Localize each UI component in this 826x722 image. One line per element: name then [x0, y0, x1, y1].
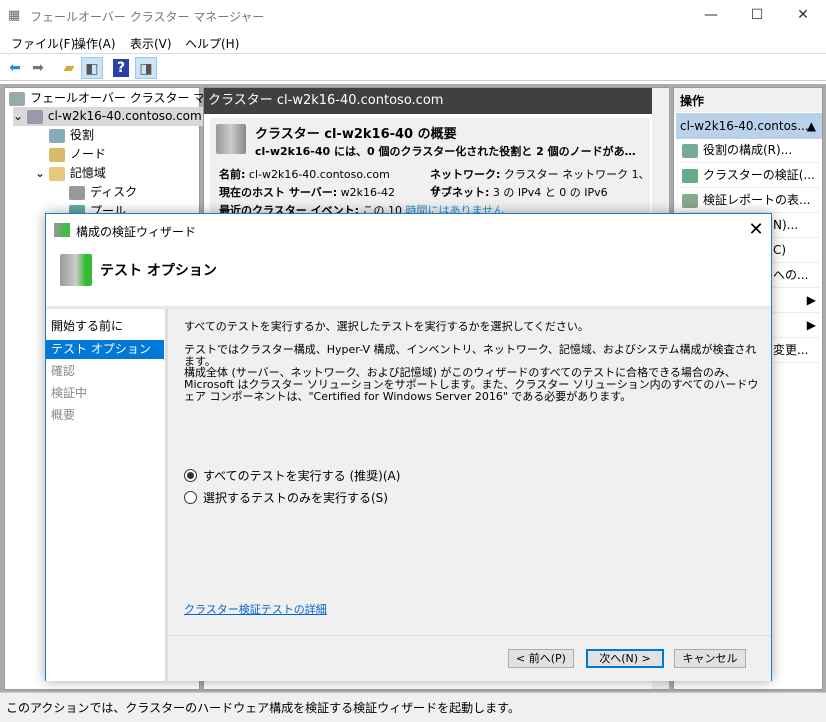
support-note: 構成全体 (サーバー、ネットワーク、および記憶域) がこのウィザードのすべてのテ… — [184, 366, 759, 403]
tree-item-roles[interactable]: 役割 — [49, 126, 94, 145]
tree-item-cluster[interactable]: ⌄ cl-w2k16-40.contoso.com — [13, 107, 208, 126]
validation-tests-details-link[interactable]: クラスター検証テストの詳細 — [184, 601, 327, 617]
cluster-summary: クラスター cl-w2k16-40 の概要 cl-w2k16-40 には、0 個… — [210, 118, 650, 218]
menu-view[interactable]: 表示(V) — [130, 35, 172, 52]
cluster-manager-icon — [9, 91, 25, 106]
tests-description: テストではクラスター構成、Hyper-V 構成、インベントリ、ネットワーク、記憶… — [184, 343, 757, 368]
run-all-tests-radio[interactable]: すべてのテストを実行する (推奨)(A) — [184, 467, 400, 484]
name-label: 名前: — [219, 168, 246, 181]
close-button[interactable]: ✕ — [780, 0, 826, 32]
toolbar: ⬅ ➡ ▰ ◧ ? ◨ — [0, 55, 826, 81]
tree-cluster-label: cl-w2k16-40.contoso.com — [47, 109, 202, 123]
menu-file[interactable]: ファイル(F) — [11, 35, 75, 52]
back-arrow-icon[interactable]: ⬅ — [4, 57, 26, 79]
radio-label: すべてのテストを実行する (推奨)(A) — [203, 469, 401, 483]
server-cluster-icon — [216, 124, 246, 154]
action-label: C) — [773, 243, 787, 257]
step-validating: 検証中 — [51, 386, 88, 400]
step-confirmation: 確認 — [51, 364, 76, 378]
back-button[interactable]: < 前へ(P) — [508, 649, 574, 668]
actions-group-cluster[interactable]: cl-w2k16-40.contos... ▲ — [676, 113, 822, 139]
actions-header: 操作 — [674, 88, 822, 112]
tree-label: 役割 — [70, 128, 95, 142]
actions-group-label: cl-w2k16-40.contos... — [680, 119, 809, 133]
wizard-content: すべてのテストを実行するか、選択したテストを実行するかを選択してください。 テス… — [168, 309, 771, 681]
validate-configuration-wizard: 構成の検証ウィザード ✕ テスト オプション 開始する前に テスト オプション … — [45, 213, 772, 681]
dialog-title: 構成の検証ウィザード — [76, 225, 197, 239]
action-view-report[interactable]: 検証レポートの表... — [682, 188, 820, 213]
subnet-label: サブネット: — [430, 186, 490, 199]
configure-role-icon — [682, 143, 698, 158]
radio-selected[interactable] — [184, 469, 197, 482]
next-button[interactable]: 次へ(N) > — [586, 649, 664, 668]
dialog-header: テスト オプション — [100, 263, 217, 279]
name-value: cl-w2k16-40.contoso.com — [248, 168, 390, 181]
menu-action[interactable]: 操作(A) — [74, 35, 116, 52]
cluster-icon — [26, 109, 43, 124]
tree-label: 記憶域 — [69, 166, 106, 180]
validate-icon — [682, 168, 698, 183]
summary-title: クラスター cl-w2k16-40 の概要 — [255, 127, 457, 142]
tree-item-storage[interactable]: ⌄ 記憶域 — [35, 164, 106, 183]
tree-item-disks[interactable]: ディスク — [69, 183, 137, 202]
app-icon: ▦ — [8, 8, 21, 23]
help-icon[interactable]: ? — [113, 59, 129, 77]
dialog-close-button[interactable]: ✕ — [744, 218, 768, 242]
roles-icon — [49, 128, 65, 143]
show-hide-tree-icon[interactable]: ◧ — [81, 57, 103, 79]
wizard-icon — [54, 223, 70, 237]
center-header: クラスター cl-w2k16-40.contoso.com — [204, 88, 652, 114]
nodes-icon — [49, 147, 65, 162]
status-bar: このアクションでは、クラスターのハードウェア構成を検証する検証ウィザードを起動し… — [0, 692, 826, 722]
collapse-arrow-icon[interactable]: ▲ — [807, 113, 816, 139]
network-label: ネットワーク: — [430, 168, 501, 181]
disk-icon — [69, 185, 85, 200]
cancel-button[interactable]: キャンセル — [674, 649, 746, 668]
action-configure-role[interactable]: 役割の構成(R)... — [682, 138, 820, 163]
host-value: w2k16-42 — [340, 186, 395, 199]
instruction-text: すべてのテストを実行するか、選択したテストを実行するかを選択してください。 — [184, 320, 589, 333]
forward-arrow-icon[interactable]: ➡ — [27, 57, 49, 79]
action-label: 検証レポートの表... — [703, 193, 811, 207]
host-label: 現在のホスト サーバー: — [219, 186, 338, 199]
run-selected-tests-radio[interactable]: 選択するテストのみを実行する(S) — [184, 489, 388, 506]
window-title: フェールオーバー クラスター マネージャー — [30, 10, 265, 24]
status-text: このアクションでは、クラスターのハードウェア構成を検証する検証ウィザードを起動し… — [6, 701, 520, 715]
action-label: 役割の構成(R)... — [703, 143, 793, 157]
maximize-button[interactable]: ☐ — [734, 0, 780, 32]
action-label: 変更... — [773, 343, 809, 357]
tree-item-nodes[interactable]: ノード — [49, 145, 106, 164]
show-hide-action-pane-icon[interactable]: ◨ — [135, 57, 157, 79]
action-validate-cluster[interactable]: クラスターの検証(... — [682, 163, 820, 188]
menu-bar: ファイル(F) 操作(A) 表示(V) ヘルプ(H) — [0, 32, 826, 54]
submenu-arrow-icon: ▶ — [806, 318, 816, 332]
menu-help[interactable]: ヘルプ(H) — [185, 35, 239, 52]
tree-label: ノード — [70, 147, 107, 161]
subnet-value: 3 の IPv4 と 0 の IPv6 — [492, 186, 608, 199]
minimize-button[interactable]: — — [688, 0, 734, 32]
radio-label: 選択するテストのみを実行する(S) — [203, 491, 388, 505]
summary-subtitle: cl-w2k16-40 には、0 個のクラスター化された役割と 2 個のノードが… — [255, 145, 636, 158]
tree-label: ディスク — [90, 185, 138, 199]
action-label: N)... — [773, 218, 799, 232]
wizard-steps: 開始する前に テスト オプション 確認 検証中 概要 — [46, 309, 165, 681]
action-label: クラスターの検証(... — [703, 168, 815, 182]
title-bar: ▦ フェールオーバー クラスター マネージャー — ☐ ✕ — [0, 0, 826, 32]
report-icon — [682, 193, 698, 208]
submenu-arrow-icon: ▶ — [806, 293, 816, 307]
button-divider — [168, 635, 771, 636]
step-summary: 概要 — [51, 408, 76, 422]
step-before-you-begin: 開始する前に — [51, 319, 124, 333]
storage-folder-icon — [48, 166, 65, 181]
wizard-header-icon — [60, 254, 92, 286]
up-folder-icon[interactable]: ▰ — [58, 57, 80, 79]
step-test-options: テスト オプション — [46, 340, 164, 359]
radio-unselected[interactable] — [184, 491, 197, 504]
action-label: への... — [773, 268, 809, 282]
